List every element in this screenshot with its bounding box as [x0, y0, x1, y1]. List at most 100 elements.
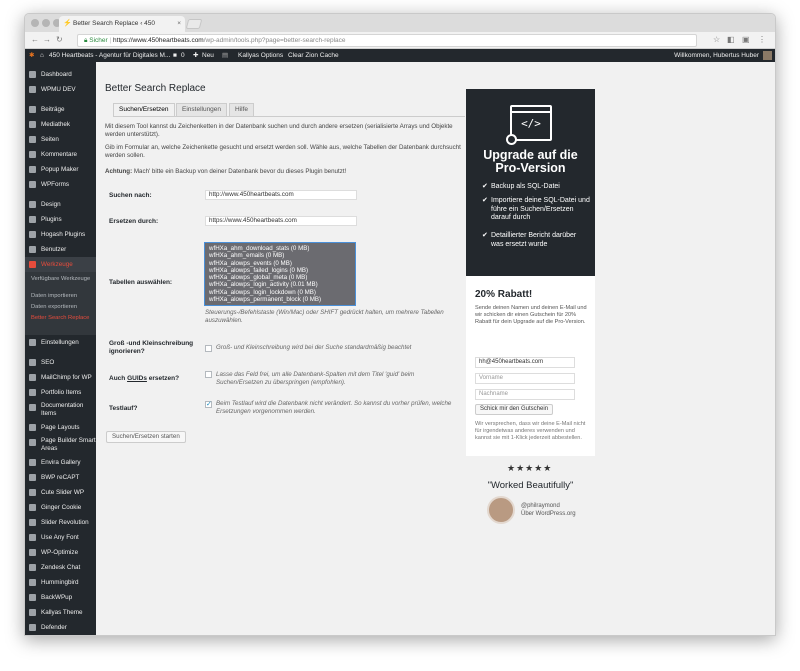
sidebar-item-users[interactable]: Benutzer	[25, 242, 96, 257]
promo-feature: Importiere deine SQL-Datei und führe ein…	[482, 197, 590, 223]
cookie-icon	[29, 504, 36, 511]
sidebar-item-posts[interactable]: Beiträge	[25, 102, 96, 117]
sidebar-item-kallyas-theme[interactable]: Kallyas Theme	[25, 605, 96, 620]
pro-upgrade-box[interactable]: </> Upgrade auf die Pro-Version Backup a…	[466, 89, 595, 276]
new-tab-button[interactable]	[185, 19, 203, 29]
guid-link[interactable]: GUIDs	[127, 375, 147, 382]
window-close-dot[interactable]	[31, 19, 39, 27]
sidebar-item-wpmu-dev[interactable]: WPMU DEV	[25, 82, 96, 97]
dry-run-checkbox[interactable]	[205, 400, 212, 408]
replace-guids-checkbox[interactable]	[205, 371, 212, 378]
browser-tab[interactable]: ⚡ Better Search Replace ‹ 450 ×	[59, 16, 185, 32]
submenu-better-search-replace[interactable]: Better Search Replace	[25, 314, 96, 331]
sidebar-item-wpforms[interactable]: WPForms	[25, 177, 96, 192]
sidebar-item-tools[interactable]: Werkzeuge	[25, 257, 96, 272]
table-option[interactable]: wfHXa_alowps_failed_logins (0 MB)	[209, 267, 351, 274]
tables-hint: Steuerungs-/Befehlstaste (Win/Mac) oder …	[205, 309, 444, 324]
sidebar-item-use-any-font[interactable]: Use Any Font	[25, 530, 96, 545]
back-arrow-icon[interactable]: ←	[31, 35, 39, 45]
admin-bar-kallyas-options[interactable]: Kallyas Options	[238, 49, 283, 62]
sidebar-item-design[interactable]: Design	[25, 197, 96, 212]
extension-icon[interactable]: ◧	[727, 35, 735, 45]
sidebar-item-settings[interactable]: Einstellungen	[25, 335, 96, 350]
tables-select[interactable]: wfHXa_ahm_download_stats (0 MB) wfHXa_ah…	[204, 242, 356, 306]
sidebar-item-page-layouts[interactable]: Page Layouts	[25, 420, 96, 435]
translate-icon[interactable]: ▣	[742, 35, 750, 45]
sidebar-item-hummingbird[interactable]: Hummingbird	[25, 575, 96, 590]
magnifier-icon	[506, 134, 517, 145]
hummingbird-icon	[29, 579, 36, 586]
admin-bar-site-name[interactable]: 450 Heartbeats - Agentur für Digitales M…	[49, 49, 170, 62]
intro-paragraph-2: Gib im Formular an, welche Zeichenkette …	[105, 144, 461, 159]
wp-admin-bar: ✱ ⌂ 450 Heartbeats - Agentur für Digital…	[25, 49, 775, 62]
window-minimize-dot[interactable]	[42, 19, 50, 27]
sidebar-item-media[interactable]: Mediathek	[25, 117, 96, 132]
coupon-email-input[interactable]: hh@450heartbeats.com	[475, 357, 575, 368]
sidebar-item-wp-optimize[interactable]: WP-Optimize	[25, 545, 96, 560]
sidebar-item-recaptcha[interactable]: BWP reCAPT	[25, 470, 96, 485]
slider-icon	[29, 489, 36, 496]
sidebar-item-defender[interactable]: Defender	[25, 620, 96, 635]
sidebar-item-seo[interactable]: SEO	[25, 355, 96, 370]
tab-settings[interactable]: Einstellungen	[176, 103, 228, 117]
sidebar-item-backwpup[interactable]: BackWPup	[25, 590, 96, 605]
sidebar-item-portfolio[interactable]: Portfolio Items	[25, 385, 96, 400]
table-option[interactable]: wfHXa_alowps_events (0 MB)	[209, 260, 351, 267]
coupon-last-name-input[interactable]: Nachname	[475, 389, 575, 400]
sidebar-item-comments[interactable]: Kommentare	[25, 147, 96, 162]
table-option[interactable]: wfHXa_ahm_emails (0 MB)	[209, 252, 351, 259]
reload-icon[interactable]: ↻	[56, 35, 63, 45]
sidebar-item-dashboard[interactable]: Dashboard	[25, 67, 96, 82]
browser-menu-icon[interactable]: ⋮	[758, 35, 766, 45]
sidebar-item-hogash-plugins[interactable]: Hogash Plugins	[25, 227, 96, 242]
sidebar-item-envira[interactable]: Envira Gallery	[25, 455, 96, 470]
admin-bar-clear-cache[interactable]: Clear Zion Cache	[288, 49, 339, 62]
tab-help[interactable]: Hilfe	[229, 103, 255, 117]
page-title: Better Search Replace	[105, 83, 206, 94]
tab-search-replace[interactable]: Suchen/Ersetzen	[113, 103, 175, 117]
sidebar-item-zendesk[interactable]: Zendesk Chat	[25, 560, 96, 575]
comments-icon[interactable]: ■	[173, 49, 177, 62]
backup-icon	[29, 594, 36, 601]
tab-close-icon[interactable]: ×	[177, 16, 181, 32]
font-icon	[29, 534, 36, 541]
promo-feature: Detaillierter Bericht darüber was ersetz…	[482, 232, 590, 249]
rating-stars: ★★★★★	[507, 463, 553, 473]
admin-bar-new[interactable]: Neu	[202, 49, 214, 62]
wordpress-logo-icon[interactable]: ✱	[29, 49, 34, 62]
table-option[interactable]: wfHXa_alowps_permanent_block (0 MB)	[209, 296, 351, 303]
table-option[interactable]: wfHXa_alowps_login_lockdown (0 MB)	[209, 289, 351, 296]
user-avatar[interactable]	[763, 51, 772, 60]
submenu-available-tools[interactable]: Verfügbare Werkzeuge	[25, 275, 96, 292]
table-option[interactable]: wfHXa_alowps_global_meta (0 MB)	[209, 274, 351, 281]
sidebar-item-popup-maker[interactable]: Popup Maker	[25, 162, 96, 177]
browser-tab-bar: ⚡ Better Search Replace ‹ 450 ×	[25, 14, 775, 32]
sidebar-item-documentation[interactable]: Documentation Items	[25, 400, 96, 420]
forward-arrow-icon[interactable]: →	[43, 35, 51, 45]
guid-hint: Lasse das Feld frei, um alle Datenbank-S…	[216, 371, 415, 386]
submenu-import[interactable]: Daten importieren	[25, 292, 96, 303]
coupon-privacy-note: Wir versprechen, dass wir deine E-Mail n…	[475, 421, 586, 441]
url-field[interactable]: 🔒︎ Sicher | https://www.450heartbeats.co…	[77, 34, 697, 47]
sidebar-item-plugins[interactable]: Plugins	[25, 212, 96, 227]
sidebar-item-ginger-cookie[interactable]: Ginger Cookie	[25, 500, 96, 515]
forms-icon	[29, 181, 36, 188]
send-coupon-button[interactable]: Schick mir den Gutschein	[475, 404, 554, 415]
case-insensitive-checkbox[interactable]	[205, 345, 212, 352]
dry-run-label: Testlauf?	[109, 405, 138, 412]
sidebar-item-smart-areas[interactable]: Page Builder Smart Areas	[25, 435, 96, 455]
search-input[interactable]: http://www.450heartbeats.com	[205, 190, 357, 200]
sidebar-item-mailchimp[interactable]: MailChimp for WP	[25, 370, 96, 385]
run-search-replace-button[interactable]: Suchen/Ersetzen starten	[106, 431, 186, 443]
bookmark-star-icon[interactable]: ☆	[713, 35, 720, 45]
table-option[interactable]: wfHXa_ahm_download_stats (0 MB)	[209, 245, 351, 252]
sidebar-item-pages[interactable]: Seiten	[25, 132, 96, 147]
table-option[interactable]: wfHXa_alowps_login_activity (0.01 MB)	[209, 281, 351, 288]
sidebar-item-slider-revolution[interactable]: Slider Revolution	[25, 515, 96, 530]
replace-input[interactable]: https://www.450heartbeats.com	[205, 216, 357, 226]
admin-bar-greeting[interactable]: Willkommen, Hubertus Huber	[674, 49, 759, 62]
submenu-export[interactable]: Daten exportieren	[25, 303, 96, 314]
sidebar-item-cute-slider[interactable]: Cute Slider WP	[25, 485, 96, 500]
builder-icon	[29, 439, 36, 446]
coupon-first-name-input[interactable]: Vorname	[475, 373, 575, 384]
